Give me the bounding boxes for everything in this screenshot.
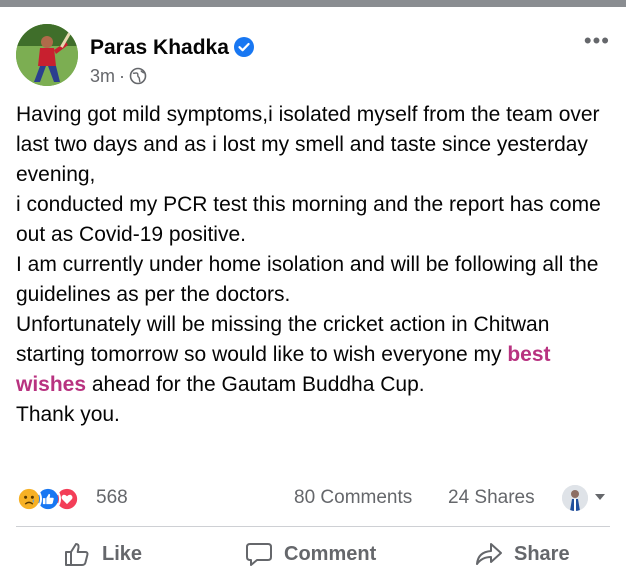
comments-count[interactable]: 80 Comments [294, 487, 412, 509]
post-text-segment: i conducted my PCR test this morning and… [16, 193, 601, 246]
share-label: Share [514, 542, 570, 565]
post-text-segment: ahead for the Gautam Buddha Cup. [86, 373, 425, 396]
comment-label: Comment [284, 542, 377, 565]
avatar-image [16, 24, 78, 86]
post-text-segment: Having got mild symptoms,i isolated myse… [16, 103, 600, 186]
sad-reaction-icon [16, 486, 42, 512]
share-button[interactable]: Share [474, 536, 570, 572]
post-text-segment: Unfortunately will be missing the cricke… [16, 313, 550, 366]
post-text-segment: I am currently under home isolation and … [16, 253, 599, 306]
reactor-avatar-image [562, 485, 588, 511]
post-header: Paras Khadka 3m · ••• [16, 24, 610, 90]
thumbs-up-icon [65, 543, 89, 566]
like-label: Like [102, 542, 143, 565]
more-options-button[interactable]: ••• [584, 30, 610, 52]
avatar[interactable] [16, 24, 78, 86]
post-paragraph: Having got mild symptoms,i isolated myse… [16, 100, 616, 190]
comment-bubble-icon [246, 543, 272, 566]
reaction-icons[interactable] [16, 486, 96, 512]
caret-down-icon[interactable] [594, 492, 606, 502]
post-paragraph: I am currently under home isolation and … [16, 250, 616, 310]
meta-separator: · [119, 66, 126, 86]
verified-badge-icon [233, 37, 254, 57]
comment-button[interactable]: Comment [244, 536, 376, 572]
divider [16, 526, 610, 527]
post-stats: 568 80 Comments 24 Shares [16, 484, 610, 514]
post-paragraph: i conducted my PCR test this morning and… [16, 190, 616, 250]
share-arrow-icon [476, 543, 502, 565]
action-bar: Like Comment Share [0, 536, 626, 572]
post-text-segment: Thank you. [16, 403, 120, 426]
post-text: Having got mild symptoms,i isolated myse… [16, 100, 616, 430]
post-paragraph: Unfortunately will be missing the cricke… [16, 310, 616, 400]
post-paragraph: Thank you. [16, 400, 616, 430]
author-name-text[interactable]: Paras Khadka [90, 36, 229, 59]
shares-count[interactable]: 24 Shares [448, 487, 535, 509]
reactor-avatar[interactable] [562, 485, 588, 511]
top-edge-strip [0, 0, 626, 7]
reactions-count[interactable]: 568 [96, 487, 128, 509]
like-button[interactable]: Like [62, 536, 142, 572]
post-meta: 3m · [90, 66, 147, 87]
post-time[interactable]: 3m [90, 66, 115, 86]
globe-icon [129, 67, 147, 85]
author-name[interactable]: Paras Khadka [90, 36, 254, 60]
